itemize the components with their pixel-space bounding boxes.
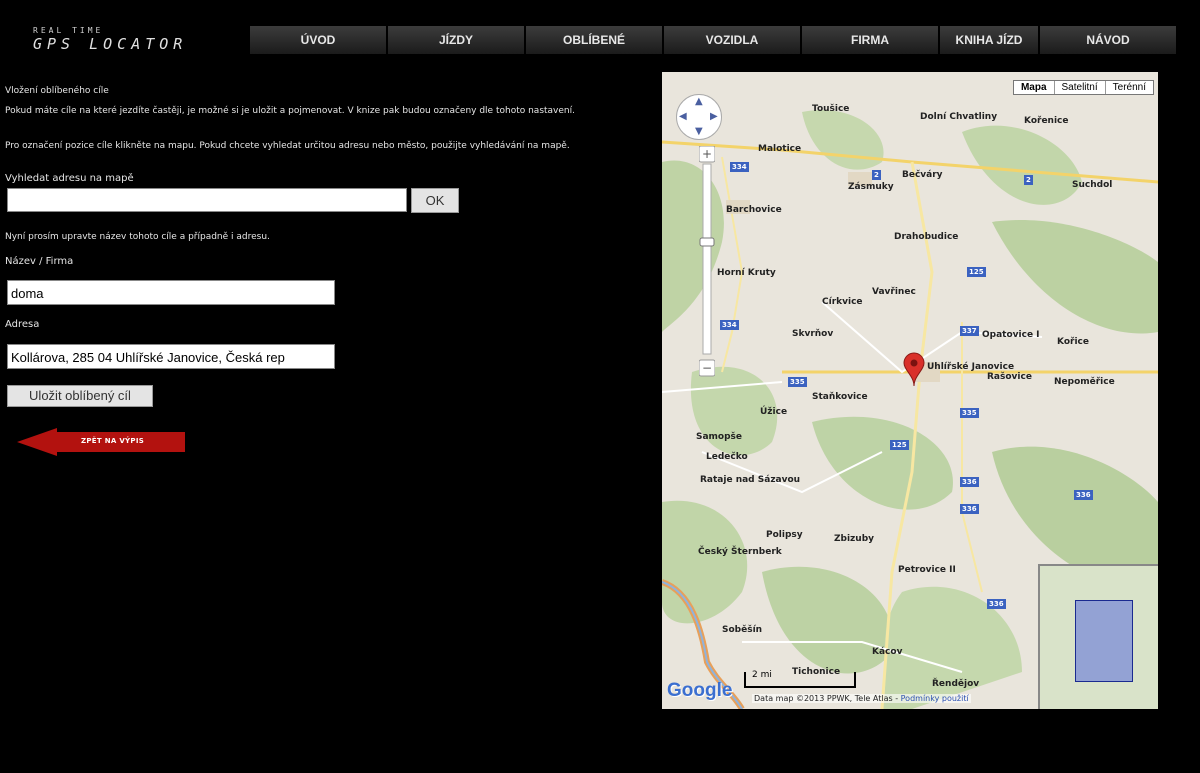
map-place-label: Bečváry — [902, 170, 943, 180]
map-place-label: Český Šternberk — [698, 547, 782, 557]
road-shield: 336 — [1074, 490, 1093, 500]
map-place-label: Vavřinec — [872, 287, 916, 297]
nav-item-0[interactable]: ÚVOD — [250, 26, 388, 54]
name-input[interactable]: doma — [7, 280, 335, 305]
map-terms-link[interactable]: Podmínky použití — [901, 694, 969, 703]
map-place-label: Polipsy — [766, 530, 803, 540]
road-shield: 337 — [960, 326, 979, 336]
road-shield: 336 — [987, 599, 1006, 609]
map-type-satellite[interactable]: Satelitní — [1053, 81, 1105, 94]
map-place-label: Kácov — [872, 647, 903, 657]
map-place-label: Horní Kruty — [717, 268, 776, 278]
zoom-control: + − — [698, 145, 716, 378]
form-intro-2: Pro označení pozice cíle klikněte na map… — [5, 141, 570, 151]
map-type-switch: Mapa Satelitní Terénní — [1012, 80, 1154, 95]
rename-instruction: Nyní prosím upravte název tohoto cíle a … — [5, 232, 270, 242]
pan-down-icon[interactable]: ▼ — [695, 126, 703, 137]
map-place-label: Ledečko — [706, 452, 748, 462]
map-place-label: Ratajе nad Sázavou — [700, 475, 801, 485]
map-place-label: Drahobudice — [894, 232, 959, 242]
map-place-label: Kořenice — [1024, 116, 1069, 126]
logo-line2: GPS LOCATOR — [33, 35, 188, 53]
address-search-input[interactable] — [7, 188, 407, 212]
address-label: Adresa — [5, 319, 40, 330]
header: REAL TIME GPS LOCATOR ÚVOD JÍZDY OBLÍBENÉ V… — [5, 0, 1200, 75]
map-place-label: Opatovice I — [982, 330, 1040, 340]
search-label: Vyhledat adresu na mapě — [5, 173, 134, 184]
map-place-label: Církvice — [822, 297, 863, 307]
map-place-label: Toušice — [812, 104, 850, 114]
road-shield: 2 — [1024, 175, 1033, 185]
nav-item-1[interactable]: JÍZDY — [388, 26, 526, 54]
logo-line1: REAL TIME — [33, 26, 104, 35]
save-favorite-button[interactable]: Uložit oblíbený cíl — [7, 385, 153, 407]
nav-item-2[interactable]: OBLÍBENÉ — [526, 26, 664, 54]
road-shield: 336 — [960, 504, 979, 514]
nav-item-5[interactable]: KNIHA JÍZD — [940, 26, 1040, 54]
nav-item-3[interactable]: VOZIDLA — [664, 26, 802, 54]
zoom-in-button[interactable] — [699, 146, 715, 162]
road-shield: 125 — [890, 440, 909, 450]
scale-bar: 2 mi — [744, 670, 856, 688]
logo[interactable]: REAL TIME GPS LOCATOR — [25, 26, 245, 54]
road-shield: 335 — [788, 377, 807, 387]
road-shield: 336 — [960, 477, 979, 487]
map-place-label: Rašovice — [987, 372, 1032, 382]
overview-map[interactable] — [1038, 564, 1158, 709]
back-button-label: ZPĚT NA VÝPIS — [81, 437, 145, 445]
map-type-mapa[interactable]: Mapa — [1014, 81, 1054, 94]
map-attribution-text: Data map ©2013 PPWK, Tele Atlas - — [754, 694, 899, 703]
form-heading: Vložení oblíbeného cíle — [5, 86, 109, 96]
map-place-label: Staňkovice — [812, 392, 868, 402]
map-type-terrain[interactable]: Terénní — [1104, 81, 1153, 94]
map-place-label: Soběšín — [722, 625, 763, 635]
road-shield: 2 — [872, 170, 881, 180]
road-shield: 125 — [967, 267, 986, 277]
map-place-label: Malotice — [758, 144, 802, 154]
pan-control[interactable]: ▲ ◀ ▶ ▼ — [676, 94, 722, 140]
back-to-list-button[interactable]: ZPĚT NA VÝPIS — [17, 428, 187, 456]
map[interactable]: Toušice Dolní Chvatliny Kořenice Malotice Be… — [662, 72, 1158, 709]
map-place-label: Skvrňov — [792, 329, 834, 339]
name-label: Název / Firma — [5, 256, 74, 267]
road-shield: 334 — [730, 162, 749, 172]
map-place-label: Suchdol — [1072, 180, 1113, 190]
map-place-label: Barchovice — [726, 205, 782, 215]
nav-item-4[interactable]: FIRMA — [802, 26, 940, 54]
map-place-label: Zbizuby — [834, 534, 875, 544]
nav-item-6[interactable]: NÁVOD — [1040, 26, 1178, 54]
address-input[interactable]: Kollárova, 285 04 Uhlířské Janovice, Čes… — [7, 344, 335, 369]
map-place-label: Zásmuky — [848, 182, 894, 192]
map-place-label: Řendějov — [932, 679, 980, 689]
map-attribution: Data map ©2013 PPWK, Tele Atlas - Podmín… — [752, 694, 971, 703]
map-place-label: Petrovice II — [898, 565, 956, 575]
pan-left-icon[interactable]: ◀ — [679, 111, 687, 122]
pan-up-icon[interactable]: ▲ — [695, 96, 703, 107]
zoom-slider-handle[interactable] — [700, 238, 714, 246]
scale-label: 2 mi — [752, 670, 772, 680]
search-ok-button[interactable]: OK — [411, 188, 459, 213]
road-shield: 335 — [960, 408, 979, 418]
main-nav: ÚVOD JÍZDY OBLÍBENÉ VOZIDLA FIRMA KNIHA JÍZD N… — [250, 26, 1178, 54]
zoom-out-button[interactable] — [699, 360, 715, 376]
map-place-label: Kořice — [1057, 337, 1089, 347]
location-marker-icon[interactable] — [902, 352, 926, 386]
form-intro-1: Pokud máte cíle na které jezdíte častěji… — [5, 106, 575, 116]
map-place-label: Uhlířské Janovice — [927, 362, 1015, 372]
map-place-label: Úžice — [760, 407, 788, 417]
map-place-label: Dolní Chvatliny — [920, 112, 998, 122]
map-place-label: Nepoměřice — [1054, 377, 1115, 387]
road-shield: 334 — [720, 320, 739, 330]
pan-right-icon[interactable]: ▶ — [710, 111, 718, 122]
map-place-label: Samopše — [696, 432, 743, 442]
google-logo[interactable]: Google — [667, 680, 732, 702]
overview-viewport[interactable] — [1075, 600, 1133, 682]
